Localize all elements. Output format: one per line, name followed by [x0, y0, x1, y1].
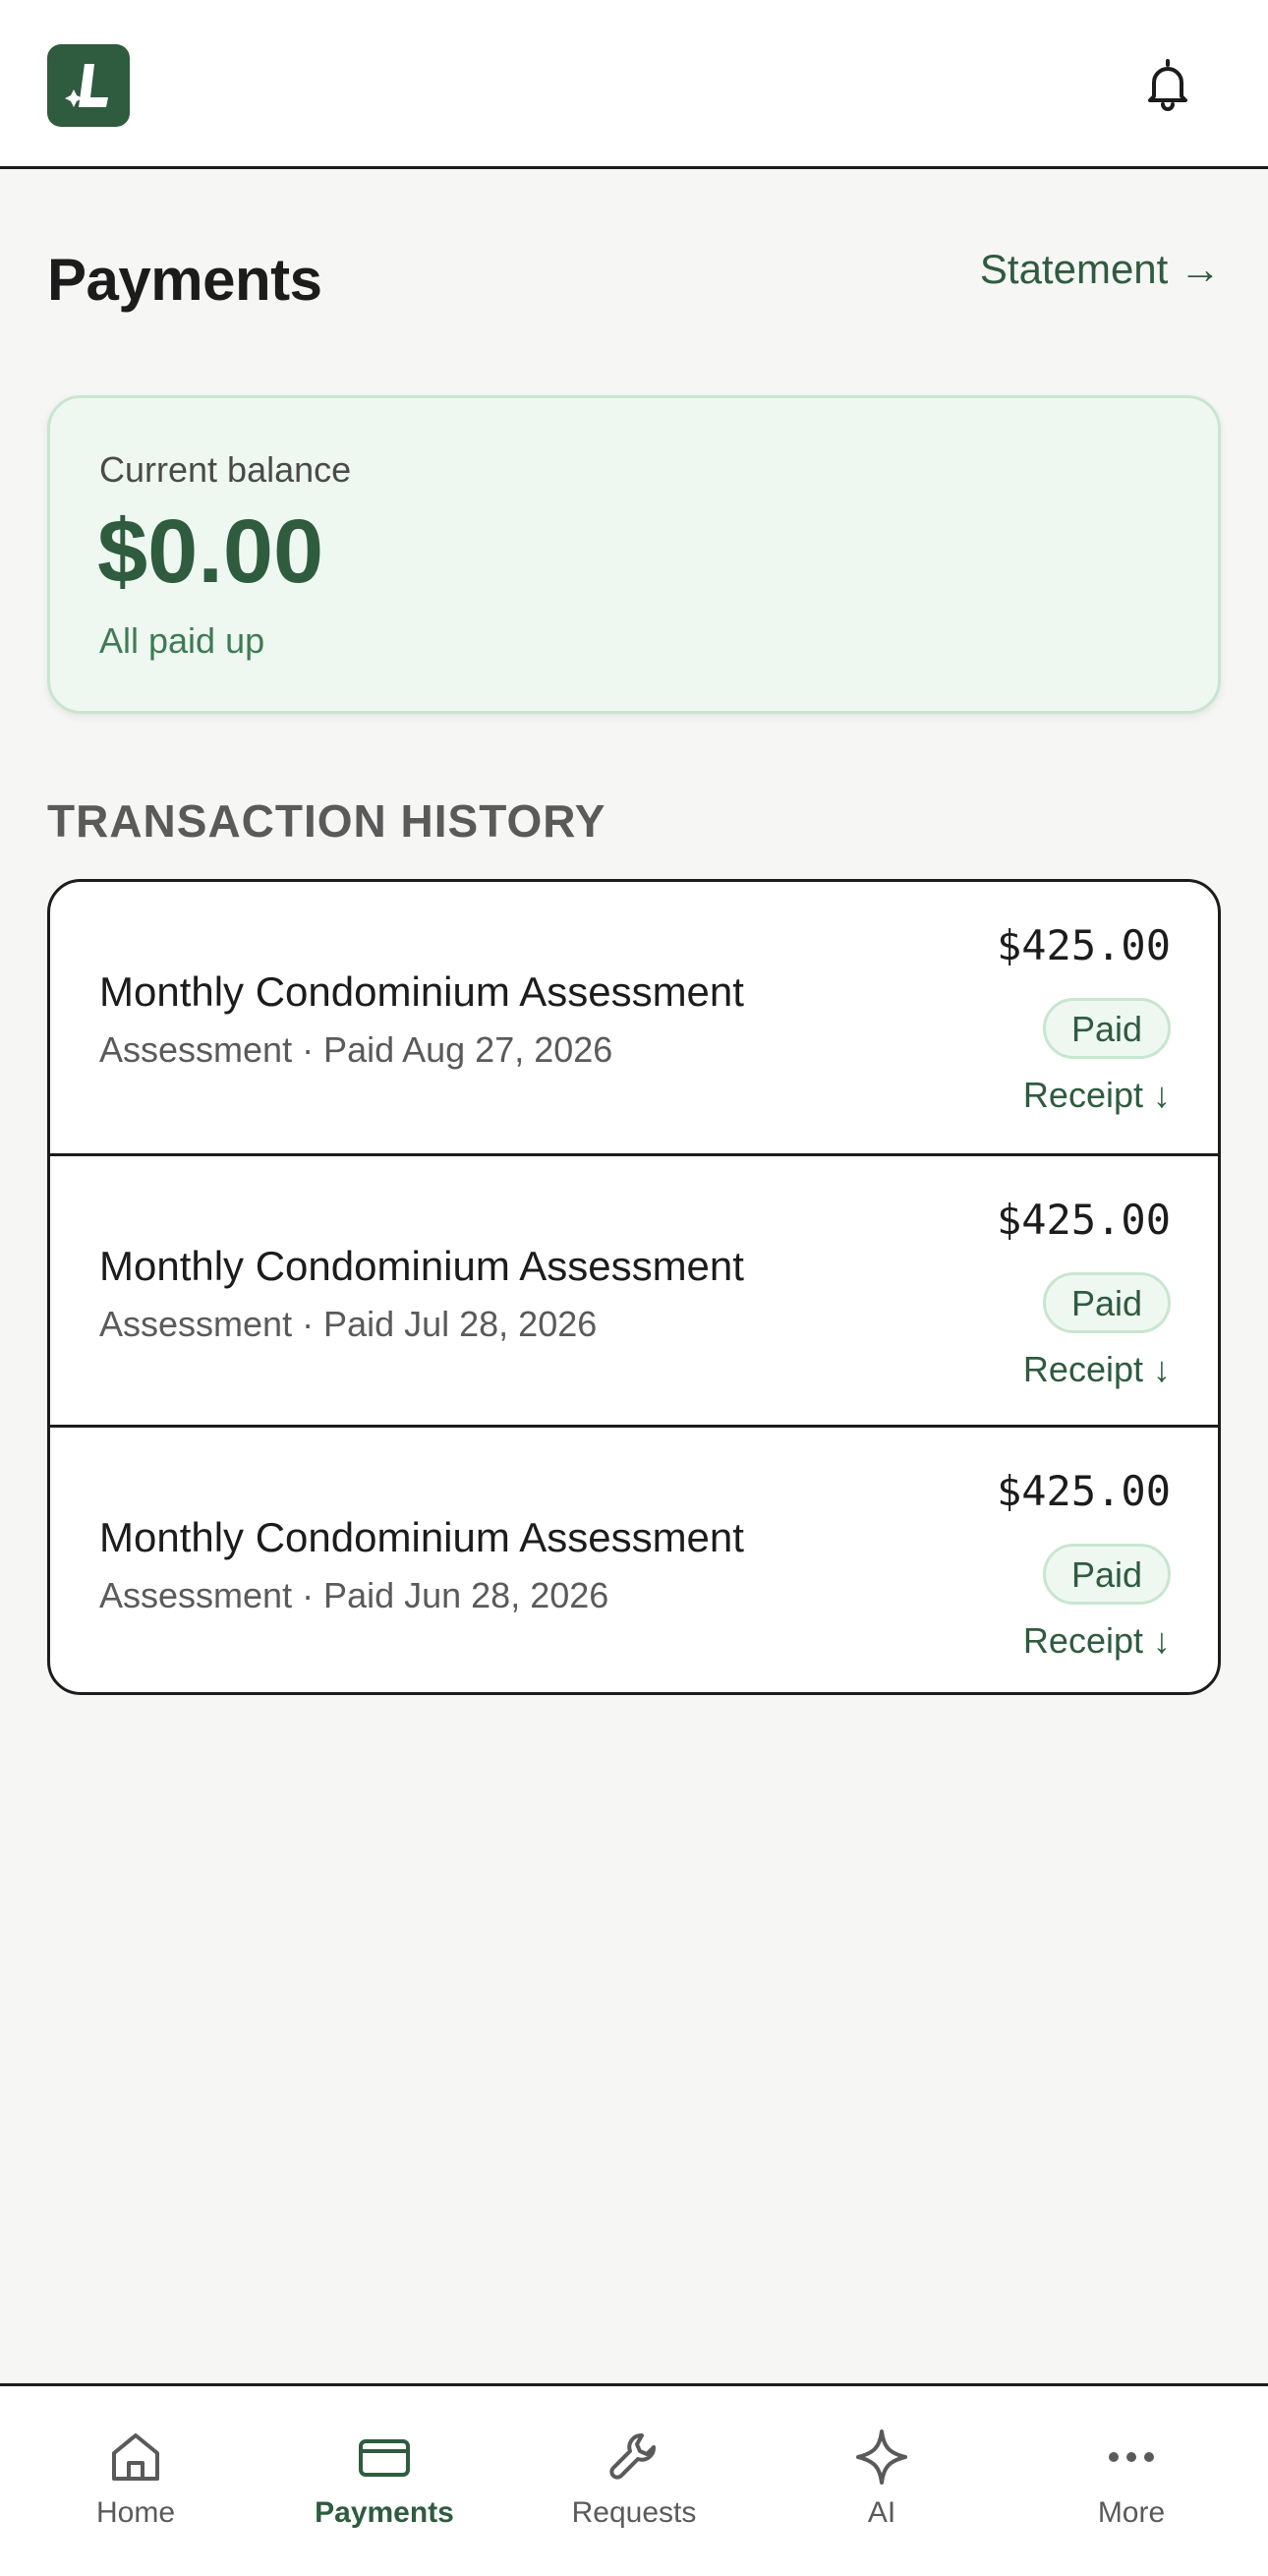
balance-status: All paid up: [99, 620, 265, 661]
page-title: Payments: [47, 247, 322, 313]
transaction-row[interactable]: Monthly Condominium Assessment Assessmen…: [50, 1153, 1218, 1425]
nav-item-payments[interactable]: Payments: [286, 2386, 483, 2576]
transaction-row[interactable]: Monthly Condominium Assessment Assessmen…: [50, 1425, 1218, 1692]
nav-item-more[interactable]: More: [1033, 2386, 1230, 2576]
transaction-subtitle: Assessment · Paid Jun 28, 2026: [99, 1575, 609, 1615]
status-badge: Paid: [1042, 998, 1171, 1059]
bell-icon[interactable]: [1138, 55, 1197, 114]
home-icon: [106, 2428, 165, 2487]
top-bar: [0, 0, 1268, 169]
nav-label: Payments: [315, 2496, 454, 2529]
transaction-amount: $425.00: [996, 921, 1171, 969]
bottom-nav: Home Payments Requests AI More: [0, 2383, 1268, 2576]
receipt-download-link[interactable]: Receipt ↓: [1023, 1349, 1171, 1390]
more-icon: [1102, 2428, 1161, 2487]
nav-label: Home: [95, 2496, 176, 2529]
nav-label: More: [1097, 2496, 1166, 2529]
transaction-title: Monthly Condominium Assessment: [99, 968, 744, 1015]
nav-item-home[interactable]: Home: [37, 2386, 234, 2576]
nav-item-ai[interactable]: AI: [783, 2386, 980, 2576]
balance-card: Current balance $0.00 All paid up: [47, 395, 1221, 714]
transaction-title: Monthly Condominium Assessment: [99, 1514, 744, 1560]
nav-label: AI: [867, 2496, 896, 2529]
transaction-history-heading: TRANSACTION HISTORY: [47, 795, 606, 847]
receipt-download-link[interactable]: Receipt ↓: [1023, 1620, 1171, 1662]
transaction-list: Monthly Condominium Assessment Assessmen…: [47, 879, 1221, 1695]
transaction-amount: $425.00: [996, 1196, 1171, 1244]
transaction-title: Monthly Condominium Assessment: [99, 1243, 744, 1289]
sparkle-icon: [852, 2428, 911, 2487]
app-logo[interactable]: [47, 44, 130, 127]
transaction-subtitle: Assessment · Paid Jul 28, 2026: [99, 1304, 598, 1344]
card-icon: [355, 2428, 414, 2487]
wrench-icon: [605, 2428, 663, 2487]
status-badge: Paid: [1042, 1544, 1171, 1605]
nav-label: Requests: [571, 2496, 697, 2529]
receipt-download-link[interactable]: Receipt ↓: [1023, 1075, 1171, 1116]
status-badge: Paid: [1042, 1272, 1171, 1333]
statement-link[interactable]: Statement →: [980, 246, 1221, 293]
transaction-subtitle: Assessment · Paid Aug 27, 2026: [99, 1029, 613, 1070]
transaction-row[interactable]: Monthly Condominium Assessment Assessmen…: [50, 882, 1218, 1153]
transaction-amount: $425.00: [996, 1467, 1171, 1515]
balance-amount: $0.00: [97, 501, 324, 602]
logo-mark-icon: [65, 64, 108, 107]
nav-item-requests[interactable]: Requests: [536, 2386, 732, 2576]
balance-label: Current balance: [99, 449, 352, 490]
